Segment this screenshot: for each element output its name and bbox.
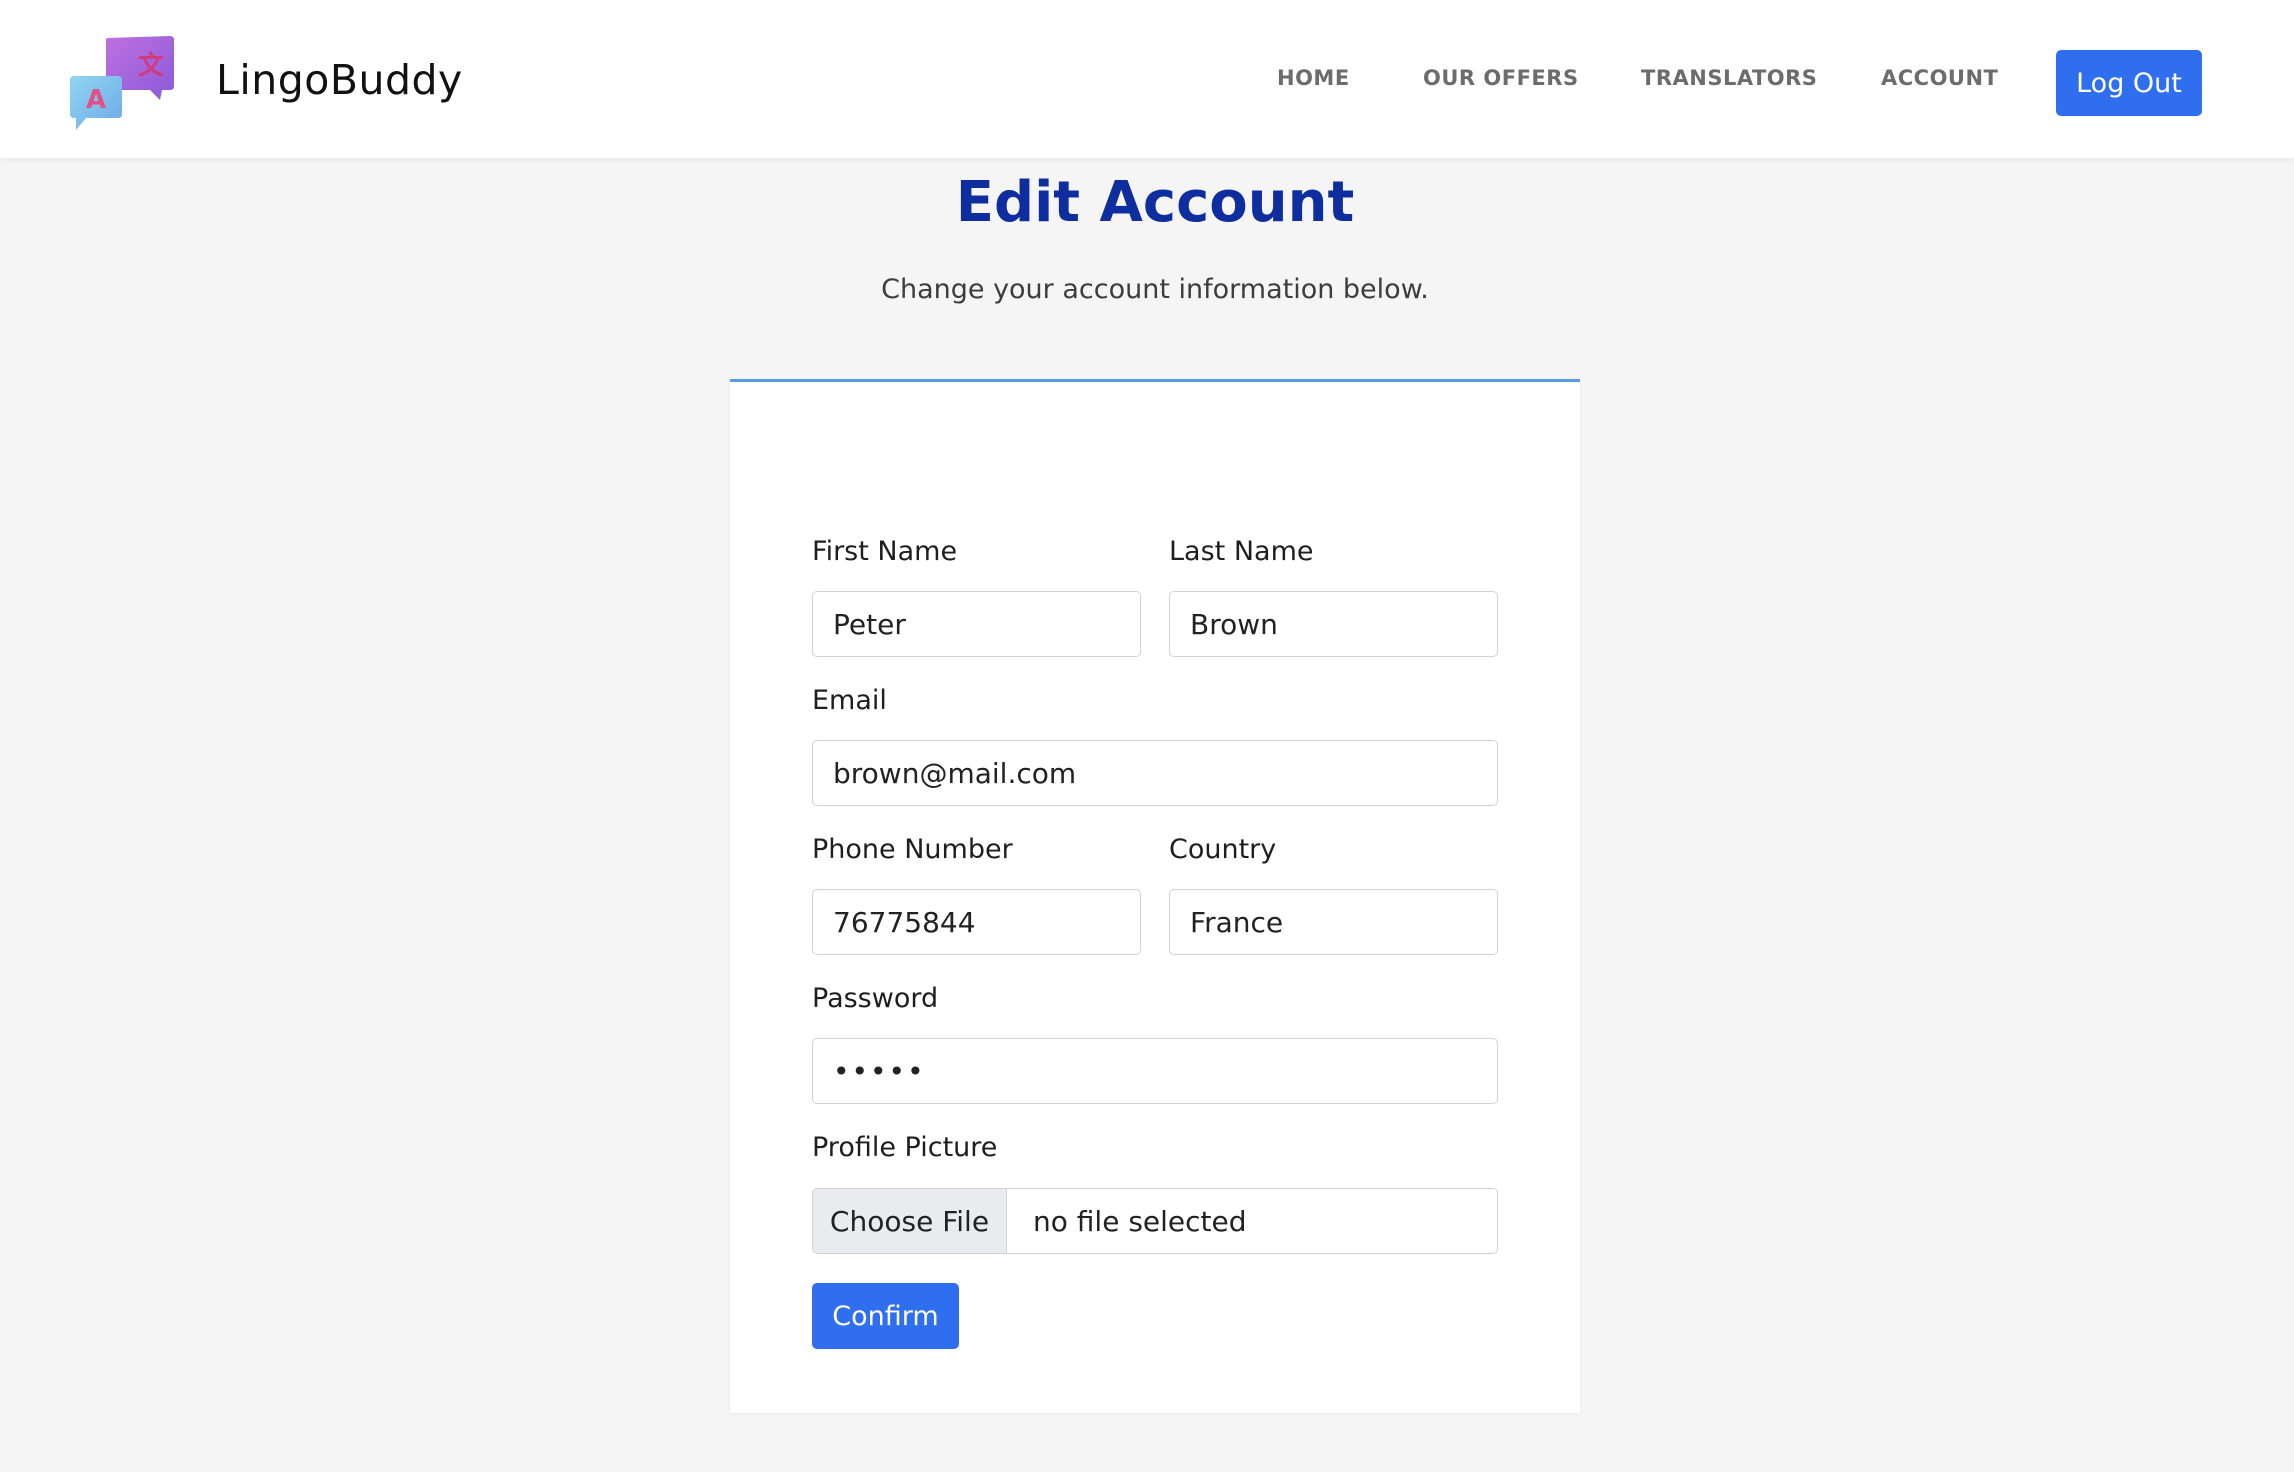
password-label: Password [812,983,939,1014]
first-name-label: First Name [812,536,958,567]
country-input[interactable] [1169,889,1498,955]
phone-number-label: Phone Number [812,834,1013,865]
choose-file-button[interactable]: Choose File [813,1189,1007,1253]
file-status-text: no file selected [1033,1204,1247,1238]
edit-account-card: First Name Last Name Email Phone Number … [730,379,1580,1413]
last-name-label: Last Name [1169,536,1314,567]
profile-picture-label: Profile Picture [812,1132,998,1163]
chat-translate-logo-icon[interactable]: 文 A [66,34,176,134]
profile-picture-file-input[interactable]: Choose File no file selected [812,1188,1498,1254]
brand-name[interactable]: LingoBuddy [216,56,463,104]
nav-link-our-offers[interactable]: OUR OFFERS [1423,66,1579,90]
svg-text:文: 文 [138,50,165,81]
confirm-button[interactable]: Confirm [812,1283,959,1349]
nav-link-translators[interactable]: TRANSLATORS [1641,66,1817,90]
nav-link-account[interactable]: ACCOUNT [1881,66,1998,90]
email-input[interactable] [812,740,1498,806]
last-name-input[interactable] [1169,591,1498,657]
nav-link-home[interactable]: HOME [1277,66,1350,90]
svg-text:A: A [86,85,106,115]
top-navbar: 文 A LingoBuddy HOME OUR OFFERS TRANSLATO… [0,0,2294,158]
country-label: Country [1169,834,1277,865]
email-label: Email [812,685,887,716]
page-title: Edit Account [955,170,1355,235]
phone-number-input[interactable] [812,889,1141,955]
logout-button[interactable]: Log Out [2056,50,2202,116]
first-name-input[interactable] [812,591,1141,657]
password-input[interactable] [812,1038,1498,1104]
page-subtitle: Change your account information below. [881,274,1429,305]
